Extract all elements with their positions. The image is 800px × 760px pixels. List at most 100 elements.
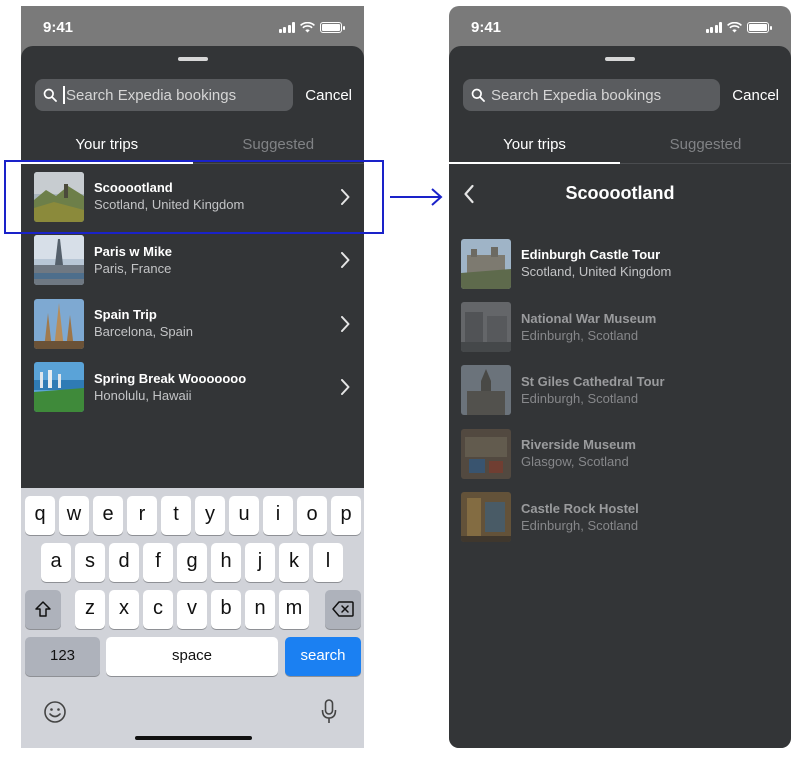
microphone-icon[interactable]	[321, 699, 337, 725]
trip-title: Spain Trip	[94, 307, 157, 323]
search-row: Cancel	[463, 79, 779, 111]
key-u[interactable]: u	[229, 496, 259, 535]
wifi-icon	[300, 22, 315, 33]
sheet-grabber[interactable]	[605, 57, 635, 61]
trip-detail-header: Scooootland	[449, 166, 791, 222]
key-v[interactable]: v	[177, 590, 207, 629]
booking-row[interactable]: Riverside Museum Glasgow, Scotland	[449, 422, 791, 485]
status-icons	[278, 22, 345, 33]
trip-title: Paris w Mike	[94, 243, 173, 259]
booking-row[interactable]: National War Museum Edinburgh, Scotland	[449, 295, 791, 358]
booking-title: Edinburgh Castle Tour	[521, 247, 661, 263]
key-y[interactable]: y	[195, 496, 225, 535]
key-t[interactable]: t	[161, 496, 191, 535]
booking-thumbnail-edinburgh-castle	[461, 238, 511, 289]
arrow-right-icon	[390, 188, 443, 206]
booking-location: Edinburgh, Scotland	[521, 327, 639, 343]
booking-row[interactable]: St Giles Cathedral Tour Edinburgh, Scotl…	[449, 359, 791, 422]
battery-icon	[320, 22, 345, 33]
key-c[interactable]: c	[143, 590, 173, 629]
key-x[interactable]: x	[109, 590, 139, 629]
key-l[interactable]: l	[313, 543, 343, 582]
trip-thumbnail-paris	[34, 235, 84, 286]
battery-icon	[747, 22, 772, 33]
delete-key[interactable]	[325, 590, 361, 629]
key-r[interactable]: r	[127, 496, 157, 535]
bottom-sheet: Cancel Your trips Suggested Scooootland …	[449, 46, 791, 748]
tab-suggested[interactable]: Suggested	[620, 134, 791, 163]
search-key[interactable]: search	[285, 637, 361, 676]
booking-row[interactable]: Edinburgh Castle Tour Scotland, United K…	[449, 232, 791, 295]
numbers-key[interactable]: 123	[25, 637, 100, 676]
search-input[interactable]	[491, 86, 721, 104]
trip-thumbnail-spain	[34, 298, 84, 349]
key-g[interactable]: g	[177, 543, 207, 582]
chevron-right-icon	[341, 315, 350, 332]
booking-row[interactable]: Castle Rock Hostel Edinburgh, Scotland	[449, 486, 791, 549]
cancel-button[interactable]: Cancel	[732, 87, 779, 104]
key-k[interactable]: k	[279, 543, 309, 582]
key-j[interactable]: j	[245, 543, 275, 582]
phone-screen-search: 9:41 Cancel Your trips Suggested	[21, 6, 364, 748]
trip-location: Honolulu, Hawaii	[94, 387, 192, 403]
trip-row-spain[interactable]: Spain Trip Barcelona, Spain	[21, 292, 364, 356]
status-time: 9:41	[471, 19, 502, 36]
chevron-right-icon	[341, 252, 350, 269]
tab-your-trips[interactable]: Your trips	[449, 134, 620, 164]
sheet-grabber[interactable]	[177, 57, 208, 61]
key-e[interactable]: e	[93, 496, 123, 535]
status-bar: 9:41	[449, 6, 791, 48]
key-d[interactable]: d	[109, 543, 139, 582]
tab-your-trips[interactable]: Your trips	[21, 134, 193, 164]
trip-detail-title: Scooootland	[565, 183, 675, 203]
home-indicator	[134, 736, 252, 740]
trip-location: Barcelona, Spain	[94, 324, 194, 340]
booking-thumbnail-castle-rock-hostel	[461, 492, 511, 543]
key-o[interactable]: o	[297, 496, 327, 535]
search-icon	[471, 88, 485, 102]
key-n[interactable]: n	[245, 590, 275, 629]
trip-row-paris[interactable]: Paris w Mike Paris, France	[21, 229, 364, 293]
trip-location: Paris, France	[94, 260, 172, 276]
search-field[interactable]	[463, 79, 721, 111]
onscreen-keyboard: q w e r t y u i o p a s d f g h j k l z …	[21, 488, 364, 748]
trip-row-hawaii[interactable]: Spring Break Wooooooo Honolulu, Hawaii	[21, 356, 364, 420]
cellular-signal-icon	[278, 22, 295, 33]
trip-title: Spring Break Wooooooo	[94, 370, 247, 386]
phone-screen-trip-detail: 9:41 Cancel Your trips Suggested Scoooot…	[449, 6, 791, 748]
search-input[interactable]	[66, 86, 294, 104]
booking-location: Edinburgh, Scotland	[521, 390, 639, 406]
trip-thumbnail-hawaii	[34, 362, 84, 413]
tab-bar: Your trips Suggested	[449, 134, 791, 164]
key-i[interactable]: i	[263, 496, 293, 535]
booking-title: St Giles Cathedral Tour	[521, 373, 665, 389]
search-field[interactable]	[35, 79, 294, 111]
key-a[interactable]: a	[41, 543, 71, 582]
space-key[interactable]: space	[106, 637, 278, 676]
bottom-sheet: Cancel Your trips Suggested Scooootland …	[21, 46, 364, 748]
key-w[interactable]: w	[59, 496, 89, 535]
key-m[interactable]: m	[279, 590, 309, 629]
key-b[interactable]: b	[211, 590, 241, 629]
key-z[interactable]: z	[75, 590, 105, 629]
chevron-right-icon	[341, 379, 350, 396]
key-q[interactable]: q	[25, 496, 55, 535]
booking-thumbnail-riverside	[461, 428, 511, 479]
shift-key[interactable]	[25, 590, 61, 629]
cancel-button[interactable]: Cancel	[305, 87, 352, 104]
key-f[interactable]: f	[143, 543, 173, 582]
booking-title: Riverside Museum	[521, 437, 636, 453]
key-h[interactable]: h	[211, 543, 241, 582]
shift-icon	[35, 601, 51, 617]
cellular-signal-icon	[705, 22, 722, 33]
status-icons	[705, 22, 772, 33]
key-p[interactable]: p	[331, 496, 361, 535]
emoji-icon[interactable]	[43, 700, 67, 724]
booking-location: Glasgow, Scotland	[521, 454, 629, 470]
wifi-icon	[727, 22, 742, 33]
booking-location: Scotland, United Kingdom	[521, 264, 672, 280]
key-s[interactable]: s	[75, 543, 105, 582]
tab-suggested[interactable]: Suggested	[193, 134, 365, 163]
selection-highlight	[4, 160, 384, 234]
booking-title: Castle Rock Hostel	[521, 500, 639, 516]
